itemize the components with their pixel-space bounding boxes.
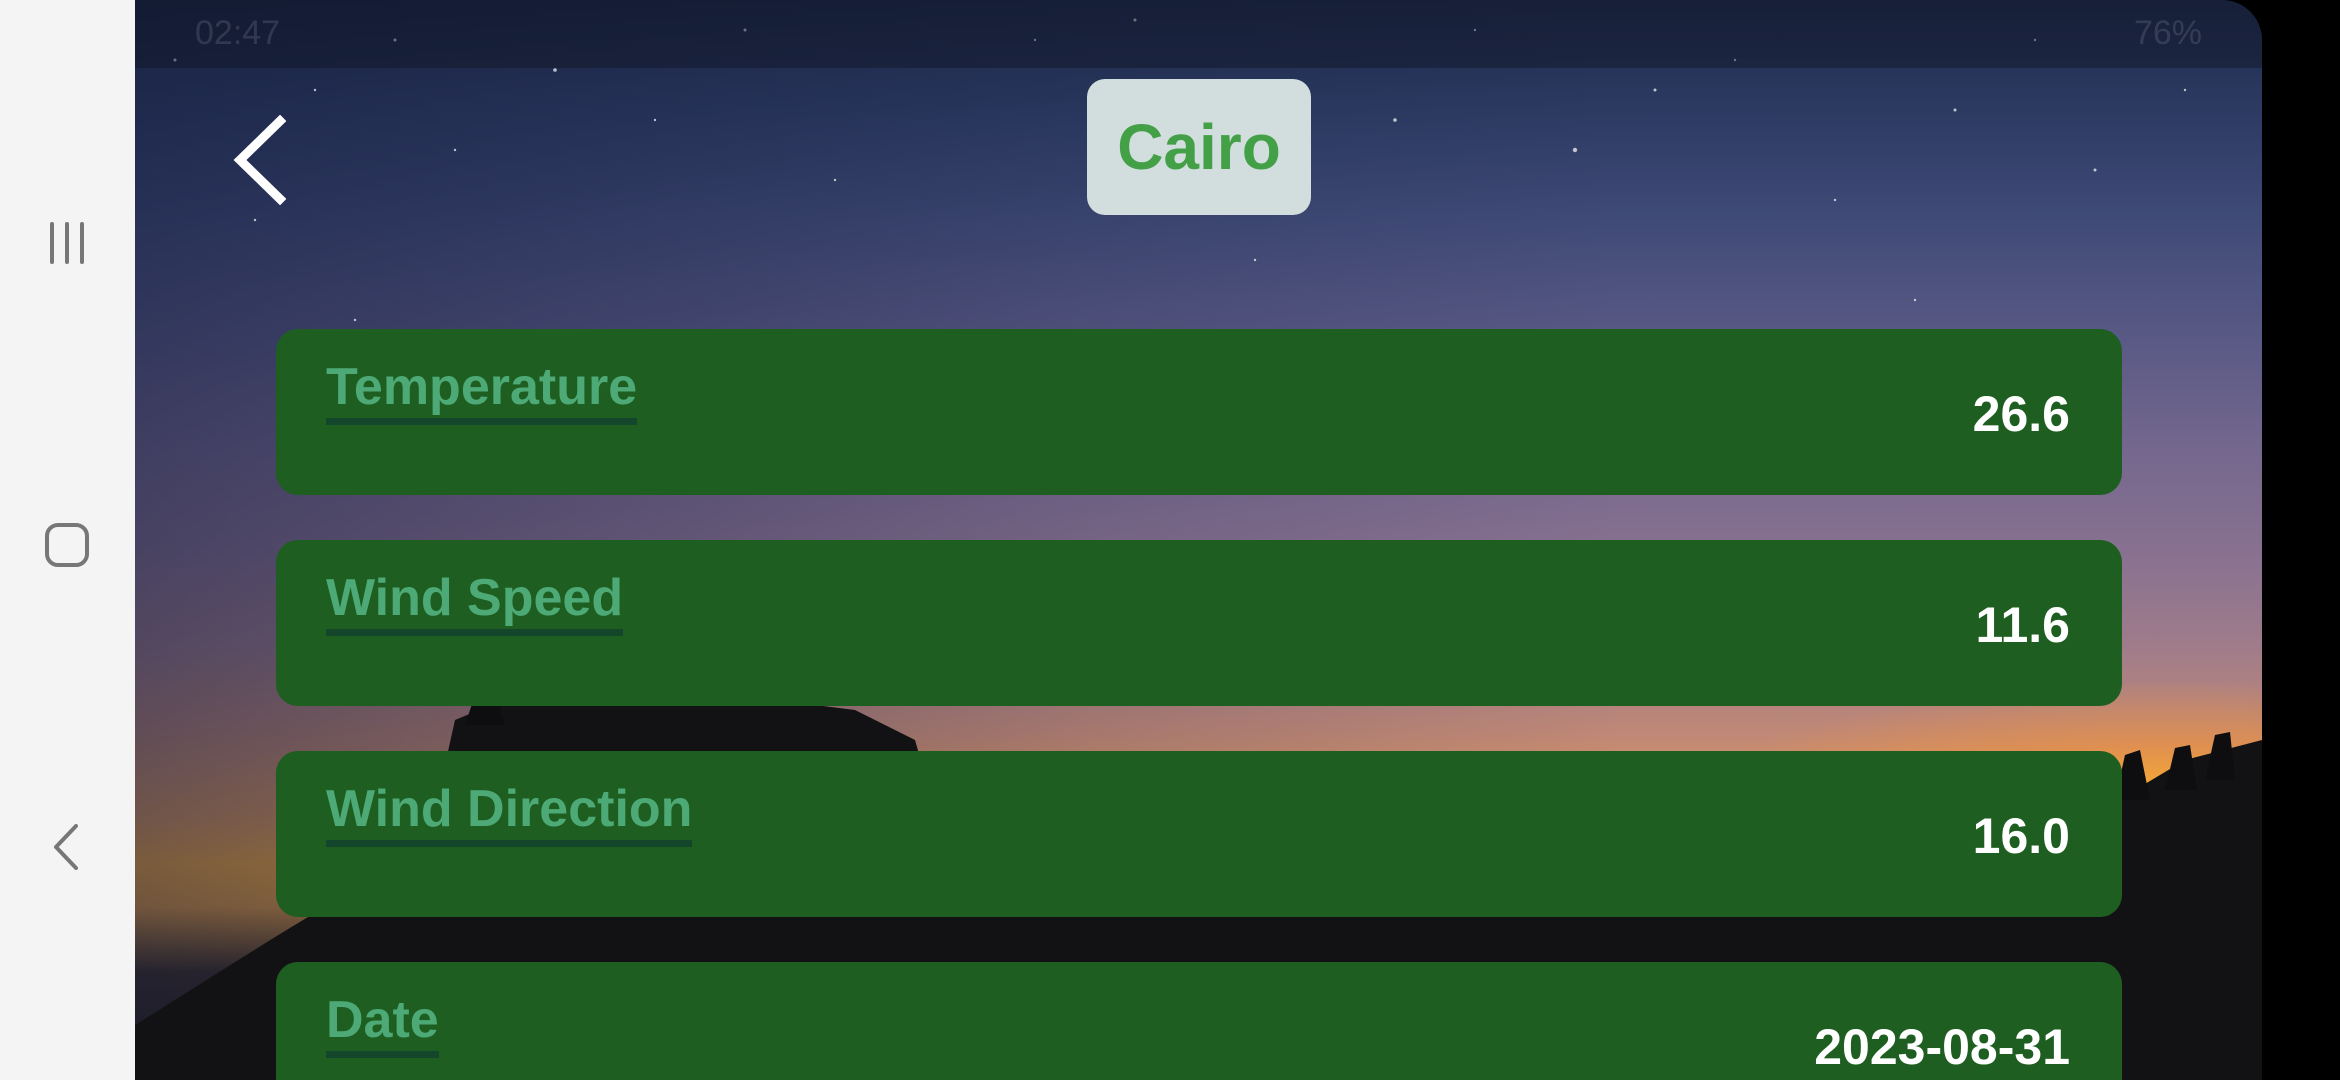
wind-speed-label: Wind Speed <box>326 569 624 637</box>
date-label: Date <box>326 991 439 1059</box>
temperature-card: Temperature 26.6 <box>276 329 2122 495</box>
city-name: Cairo <box>1117 111 1281 183</box>
wind-direction-value: 16.0 <box>1972 808 2070 864</box>
chevron-left-icon <box>233 115 287 205</box>
status-battery: 76% <box>2133 14 2202 52</box>
back-button[interactable] <box>215 110 305 210</box>
temperature-value: 26.6 <box>1972 386 2070 442</box>
system-back-button[interactable] <box>32 812 102 882</box>
recents-button[interactable] <box>32 208 102 278</box>
temperature-label: Temperature <box>326 358 638 426</box>
wind-speed-card: Wind Speed 11.6 <box>276 540 2122 706</box>
city-title: Cairo <box>1087 79 1311 215</box>
app-window: 02:47 76% Cairo Temperature 26.6 Wind Sp… <box>135 0 2262 1080</box>
status-time: 02:47 <box>195 14 281 52</box>
wind-direction-label: Wind Direction <box>326 780 693 848</box>
home-button[interactable] <box>32 510 102 580</box>
wind-speed-value: 11.6 <box>1975 597 2070 653</box>
wind-direction-card: Wind Direction 16.0 <box>276 751 2122 917</box>
screen-edge <box>2262 0 2340 1080</box>
home-icon <box>45 523 89 567</box>
status-bar: 02:47 76% <box>135 0 2262 68</box>
date-card: Date 2023-08-31 <box>276 962 2122 1080</box>
system-nav-bar <box>0 0 135 1080</box>
recents-icon <box>50 222 84 264</box>
screen: 02:47 76% Cairo Temperature 26.6 Wind Sp… <box>0 0 2340 1080</box>
back-icon <box>54 824 78 870</box>
date-value: 2023-08-31 <box>1814 1019 2070 1075</box>
